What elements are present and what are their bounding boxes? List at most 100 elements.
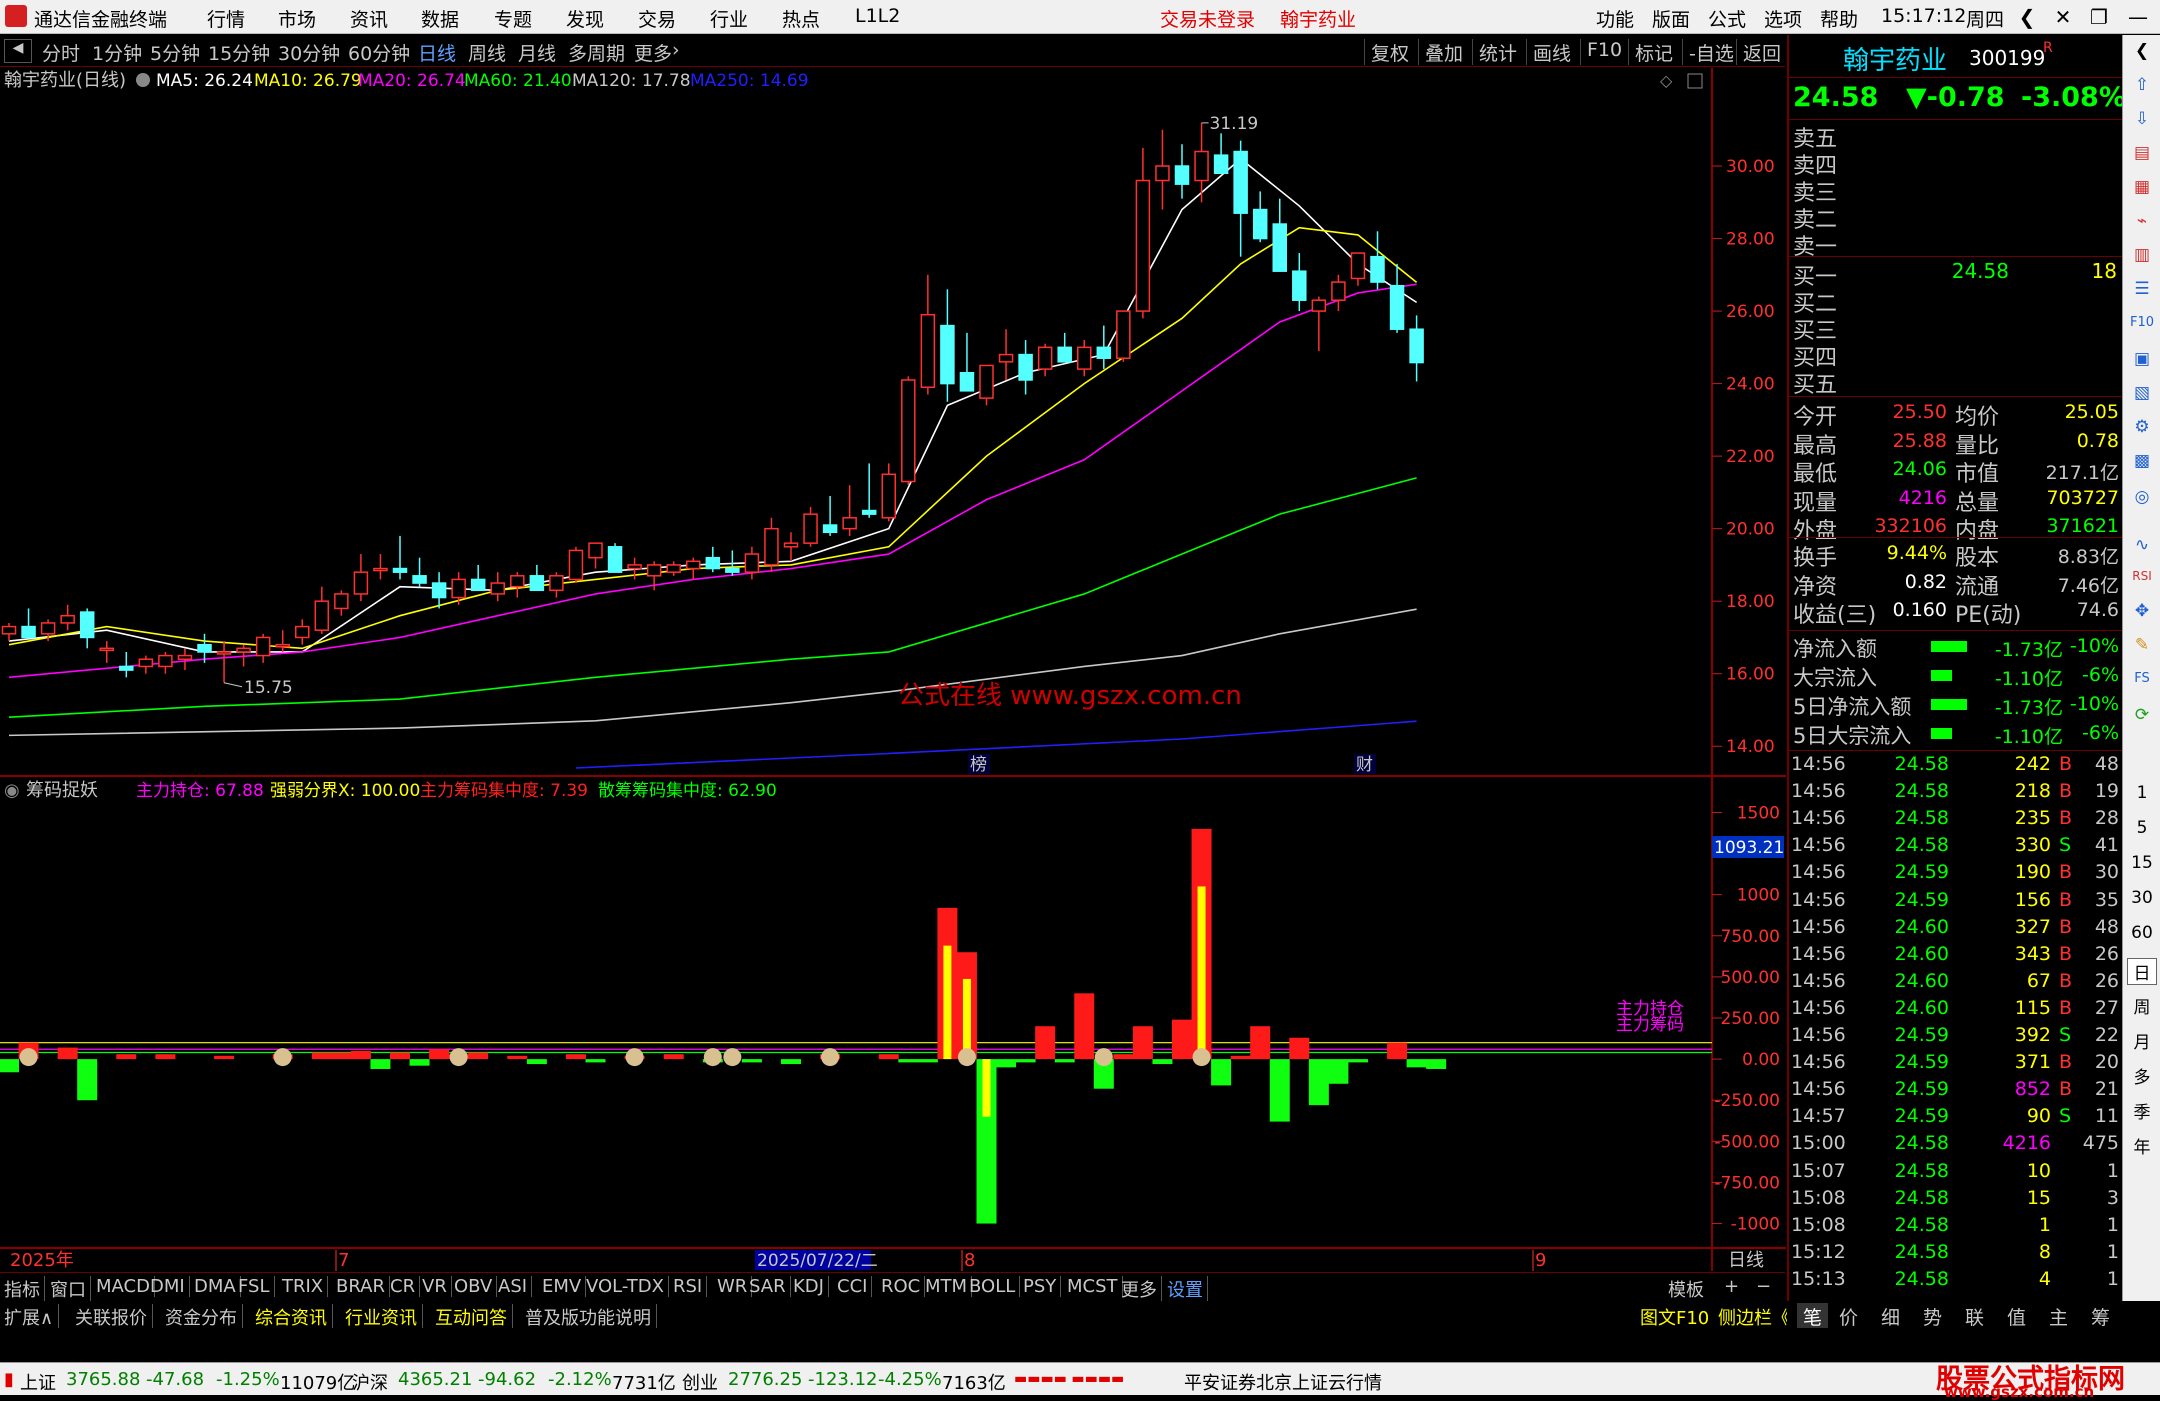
toolbar-button[interactable]: 叠加: [1418, 39, 1463, 65]
indicator-tab[interactable]: 指标: [4, 1276, 45, 1302]
sidebar-period[interactable]: 1: [2127, 783, 2157, 803]
list-icon[interactable]: ☰: [2127, 279, 2157, 299]
chevron-left-icon[interactable]: ❮: [2127, 41, 2157, 61]
move-icon[interactable]: ✥: [2127, 601, 2157, 621]
rsi-icon[interactable]: RSI: [2127, 569, 2157, 583]
template-button[interactable]: 模板: [1668, 1276, 1708, 1302]
document-icon[interactable]: ▧: [2127, 383, 2157, 403]
indicator-tab[interactable]: BRAR: [336, 1276, 390, 1297]
menu-item-market[interactable]: 市场: [278, 5, 316, 32]
menu-item-data[interactable]: 数据: [421, 5, 459, 32]
candle-icon[interactable]: ▥: [2127, 245, 2157, 265]
menu-item-layout[interactable]: 版面: [1652, 5, 1690, 32]
sidebar-period[interactable]: 周: [2127, 993, 2157, 1018]
menu-item-hot[interactable]: 热点: [782, 5, 820, 32]
chart-area[interactable]: 翰宇药业(日线) MA5: 26.24 MA10: 26.79MA20: 26.7…: [0, 68, 1786, 1271]
period-tab[interactable]: 周线: [468, 39, 506, 66]
chart-icon[interactable]: ▤: [2127, 143, 2157, 163]
menu-item-topics[interactable]: 专题: [494, 5, 532, 32]
menu-item-discover[interactable]: 发现: [566, 5, 604, 32]
event-marker-rank[interactable]: 榜: [970, 755, 987, 775]
indicator-tab[interactable]: VR: [422, 1276, 452, 1297]
indicator-tab[interactable]: CR: [390, 1276, 421, 1297]
target-icon[interactable]: ◎: [2127, 487, 2157, 507]
indicator-tab[interactable]: 设置: [1167, 1276, 1208, 1302]
indicator-name[interactable]: 筹码捉妖: [26, 780, 98, 801]
period-tab-more[interactable]: 更多: [634, 39, 672, 66]
period-tab[interactable]: 5分钟: [150, 39, 200, 66]
indicator-tab[interactable]: MTM: [925, 1276, 973, 1297]
f10-icon[interactable]: F10: [2127, 315, 2157, 330]
line-chart-icon[interactable]: ⌁: [2127, 211, 2157, 231]
toolbar-button[interactable]: 返回: [1736, 39, 1781, 65]
extension-tab[interactable]: 综合资讯: [255, 1304, 333, 1330]
quote-tab[interactable]: 值: [2007, 1303, 2026, 1330]
dropdown-icon[interactable]: ◉: [4, 780, 20, 801]
sidebar-period[interactable]: 年: [2127, 1133, 2157, 1158]
indicator-tab[interactable]: RSI: [673, 1276, 708, 1297]
sidebar-period[interactable]: 5: [2127, 818, 2157, 838]
sidebar-period[interactable]: 月: [2127, 1028, 2157, 1053]
quote-tab[interactable]: 主: [2049, 1303, 2068, 1330]
toolbar-button[interactable]: -自选: [1682, 39, 1734, 65]
datasource-label[interactable]: 平安证券北京上证云行情: [1184, 1369, 1382, 1395]
indicator-tab[interactable]: SAR: [749, 1276, 791, 1297]
indicator-tab[interactable]: VOL-TDX: [586, 1276, 669, 1297]
table-icon[interactable]: ▦: [2127, 177, 2157, 197]
extension-tab[interactable]: 行业资讯: [345, 1304, 423, 1330]
quote-tab[interactable]: 联: [1965, 1303, 1984, 1330]
sidebar-period[interactable]: 季: [2127, 1098, 2157, 1123]
sidebar-period[interactable]: 15: [2127, 853, 2157, 873]
indicator-tab[interactable]: FSL: [238, 1276, 275, 1297]
extension-tab[interactable]: 互动问答: [435, 1304, 513, 1330]
quote-tab[interactable]: 筹: [2091, 1303, 2110, 1330]
period-tab[interactable]: 月线: [518, 39, 556, 66]
extension-tab[interactable]: 普及版功能说明: [525, 1304, 657, 1330]
indicator-tab[interactable]: ASI: [498, 1276, 533, 1297]
indicator-tab[interactable]: CCI: [837, 1276, 873, 1297]
period-tab[interactable]: 多周期: [568, 39, 625, 66]
fs-icon[interactable]: FS: [2127, 671, 2157, 686]
sidebar-period[interactable]: 多: [2127, 1063, 2157, 1088]
indicator-tab[interactable]: TRIX: [282, 1276, 329, 1297]
menu-item-trade[interactable]: 交易: [638, 5, 676, 32]
collapse-icon[interactable]: ◀: [4, 39, 32, 63]
add-icon[interactable]: +: [1724, 1276, 1743, 1297]
close-tab-icon[interactable]: ✕: [2046, 3, 2080, 31]
sidebar-period[interactable]: 30: [2127, 888, 2157, 908]
indicator-tab[interactable]: 窗口: [50, 1276, 91, 1302]
menu-item-options[interactable]: 选项: [1764, 5, 1802, 32]
indicator-tab[interactable]: MACD: [96, 1276, 155, 1297]
menu-item-news[interactable]: 资讯: [350, 5, 388, 32]
extension-tab[interactable]: 扩展∧: [4, 1304, 60, 1330]
indicator-tab[interactable]: MCST: [1067, 1276, 1123, 1297]
pen-icon[interactable]: ✎: [2127, 635, 2157, 655]
sidebar-period[interactable]: 60: [2127, 923, 2157, 943]
indicator-tab[interactable]: DMI: [150, 1276, 190, 1297]
index-name[interactable]: 创业: [682, 1369, 718, 1395]
toolbar-button[interactable]: F10: [1580, 39, 1622, 65]
period-tab[interactable]: 15分钟: [208, 39, 270, 66]
wave-icon[interactable]: ∿: [2127, 535, 2157, 555]
indicator-tab[interactable]: OBV: [454, 1276, 498, 1297]
minimize-window-icon[interactable]: —: [2118, 3, 2158, 31]
indicator-tab[interactable]: ROC: [881, 1276, 926, 1297]
toolbar-button[interactable]: 复权: [1364, 39, 1409, 65]
quote-tab[interactable]: 细: [1881, 1303, 1900, 1330]
indicator-tab[interactable]: BOLL: [969, 1276, 1021, 1297]
indicator-tab[interactable]: PSY: [1023, 1276, 1062, 1297]
index-name[interactable]: 上证: [20, 1369, 56, 1395]
extension-tab[interactable]: 资金分布: [165, 1304, 243, 1330]
extension-tab[interactable]: 关联报价: [75, 1304, 153, 1330]
quote-tab[interactable]: 笔: [1797, 1303, 1829, 1330]
sidebar-period[interactable]: 日: [2127, 958, 2157, 985]
period-tab-active[interactable]: 日线: [418, 39, 456, 66]
indicator-tab[interactable]: WR: [717, 1276, 753, 1297]
period-tab[interactable]: 分时: [42, 39, 80, 66]
indicator-tab[interactable]: DMA: [194, 1276, 241, 1297]
dropdown-icon[interactable]: [136, 73, 150, 87]
chevron-right-icon[interactable]: ›: [672, 39, 680, 61]
menu-item-function[interactable]: 功能: [1596, 5, 1634, 32]
restore-window-icon[interactable]: ❐: [2082, 3, 2116, 31]
indicator-tab[interactable]: 更多: [1121, 1276, 1162, 1302]
